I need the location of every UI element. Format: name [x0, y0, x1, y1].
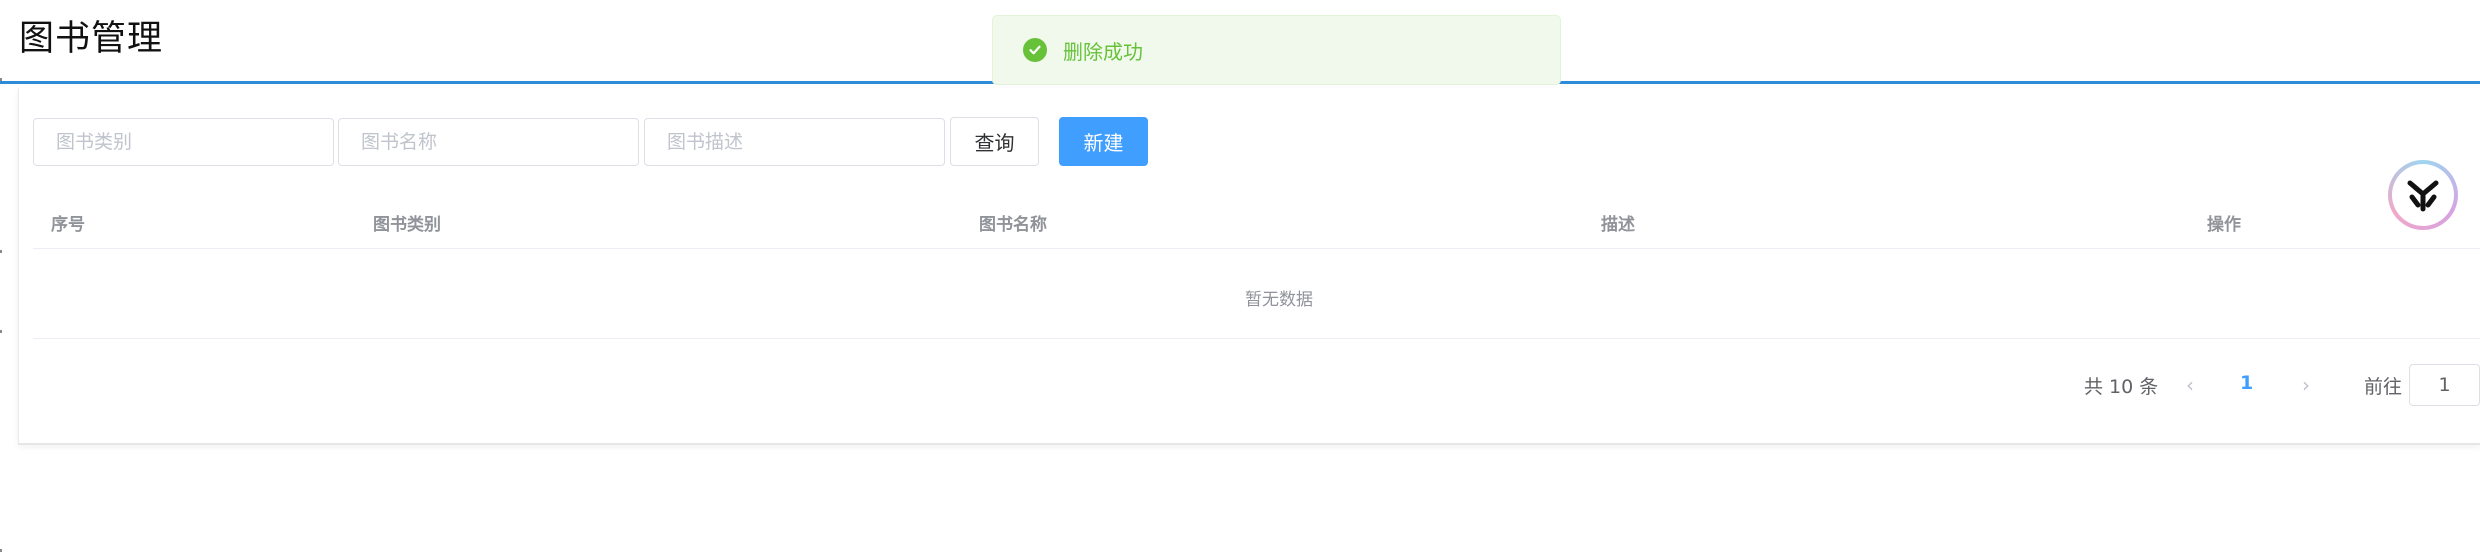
edge-mark	[0, 330, 2, 333]
column-header-category: 图书类别	[373, 215, 441, 235]
floating-assistant-button[interactable]	[2388, 160, 2458, 230]
description-search-input[interactable]	[644, 118, 945, 166]
name-search-input[interactable]	[338, 118, 639, 166]
chevron-right-icon: ›	[2302, 373, 2310, 397]
empty-state-text: 暂无数据	[1245, 290, 1313, 310]
column-header-name: 图书名称	[979, 215, 1047, 235]
success-toast: 删除成功	[992, 15, 1561, 85]
column-header-description: 描述	[1601, 215, 1635, 235]
create-button[interactable]: 新建	[1059, 117, 1148, 166]
column-header-index: 序号	[51, 215, 85, 235]
y-logo-icon	[2392, 164, 2454, 226]
edge-mark	[0, 549, 2, 552]
goto-label: 前往	[2364, 376, 2403, 398]
column-header-actions: 操作	[2207, 215, 2241, 235]
edge-mark	[0, 250, 2, 253]
chevron-left-icon: ‹	[2186, 373, 2194, 397]
toast-message: 删除成功	[1063, 39, 1143, 64]
pagination-total: 共 10 条	[2084, 376, 2159, 398]
page-title: 图书管理	[19, 19, 164, 59]
next-page-button[interactable]: ›	[2296, 371, 2316, 399]
goto-page-input[interactable]	[2409, 364, 2480, 406]
create-button-label: 新建	[1083, 131, 1124, 155]
check-circle-icon	[1023, 38, 1047, 62]
prev-page-button[interactable]: ‹	[2180, 371, 2200, 399]
query-button-label: 查询	[974, 131, 1015, 155]
table-header-divider	[33, 248, 2480, 249]
table-bottom-divider	[33, 338, 2480, 339]
query-button[interactable]: 查询	[950, 117, 1039, 166]
category-search-input[interactable]	[33, 118, 334, 166]
page-number-current[interactable]: 1	[2240, 372, 2253, 394]
